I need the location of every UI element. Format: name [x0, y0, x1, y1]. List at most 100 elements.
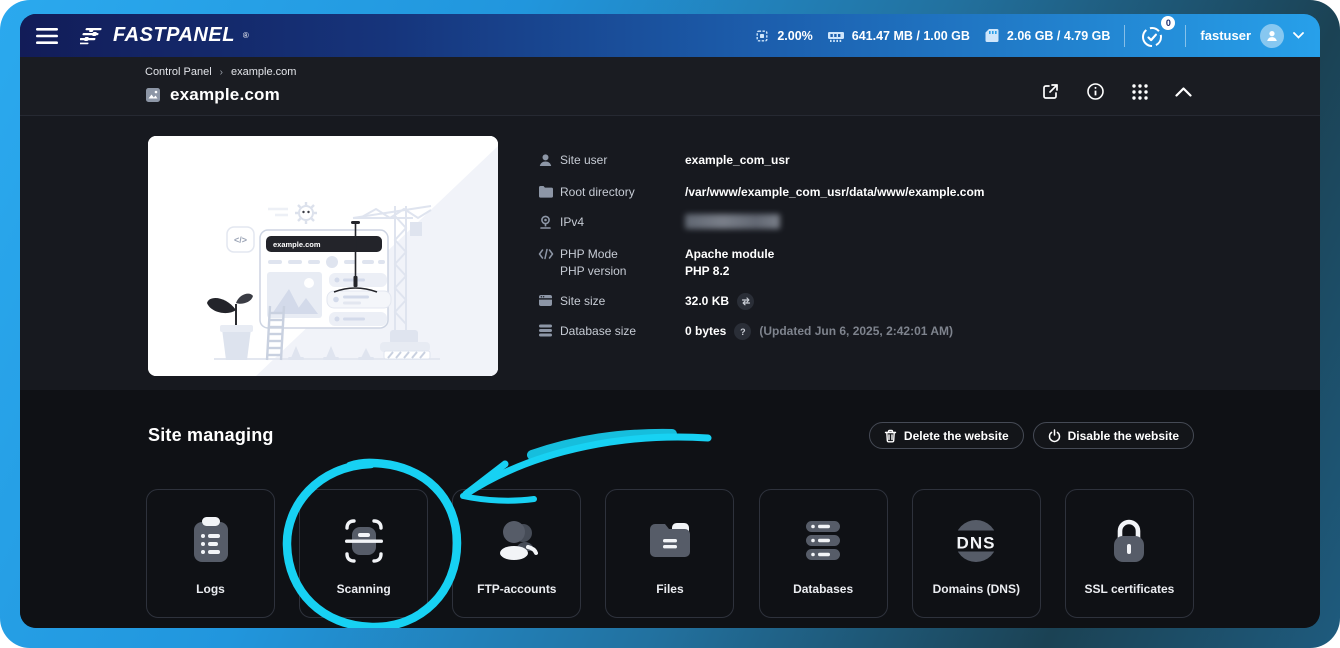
- illustration-address-text: example.com: [273, 240, 321, 249]
- info-value: /var/www/example_com_usr/data/www/exampl…: [685, 185, 985, 199]
- card-label: SSL certificates: [1084, 582, 1175, 596]
- site-favicon-icon: [146, 88, 160, 102]
- card-logs[interactable]: Logs: [146, 489, 275, 618]
- folder-icon: [539, 186, 553, 198]
- cpu-usage: 2.00%: [754, 28, 813, 44]
- disk-icon: [985, 29, 999, 42]
- ram-icon: [827, 31, 844, 42]
- menu-button[interactable]: [30, 22, 64, 50]
- scanning-icon: [344, 519, 383, 563]
- page-header: Control Panel › example.com example.com: [20, 57, 1320, 116]
- refresh-icon: [741, 297, 750, 306]
- dns-icon: DNS: [951, 520, 1002, 562]
- info-row-site-size: Site size 32.0 KB: [538, 293, 984, 310]
- chevron-down-icon: [1293, 32, 1304, 39]
- disable-website-label: Disable the website: [1067, 428, 1179, 443]
- site-overview: </> example.com Site user example_com_us…: [20, 116, 1320, 390]
- database-size-updated-note: (Updated Jun 6, 2025, 2:42:01 AM): [759, 324, 953, 338]
- info-row-ipv4: IPv4: [538, 214, 984, 233]
- card-label: Files: [656, 582, 684, 596]
- database-icon: [539, 324, 552, 337]
- card-databases[interactable]: Databases: [758, 489, 888, 618]
- info-label: Site size: [560, 294, 606, 308]
- refresh-site-size-button[interactable]: [737, 293, 755, 310]
- site-illustration: </> example.com: [148, 136, 498, 376]
- managing-cards: Logs Scanning FTP-accounts Files Databas…: [146, 489, 1194, 618]
- site-managing-section: Site managing Delete the website Disable…: [20, 390, 1320, 628]
- info-label: PHP version: [560, 264, 627, 278]
- trash-icon: [884, 429, 897, 443]
- code-icon: [538, 248, 554, 260]
- notification-badge: 0: [1161, 15, 1176, 30]
- info-label: IPv4: [560, 215, 585, 229]
- breadcrumb-control-panel[interactable]: Control Panel: [145, 66, 212, 78]
- disk-usage: 2.06 GB / 4.79 GB: [984, 28, 1111, 43]
- browser-frame: FASTPANEL ® 2.00% 641.47 MB / 1.00 GB 2.0…: [0, 0, 1340, 648]
- external-link-icon: [1043, 84, 1058, 99]
- card-ftp-accounts[interactable]: FTP-accounts: [452, 489, 582, 618]
- browser-icon: [539, 295, 552, 306]
- card-domains-dns[interactable]: DNS Domains (DNS): [911, 489, 1041, 618]
- pin-icon: [540, 215, 551, 229]
- databases-icon: [806, 521, 841, 560]
- topbar-divider: [1124, 24, 1126, 47]
- breadcrumb: Control Panel › example.com: [145, 66, 296, 78]
- card-label: Databases: [793, 582, 854, 596]
- section-title: Site managing: [148, 425, 274, 445]
- chevron-up-icon: [1175, 86, 1192, 97]
- ram-value: 641.47 MB / 1.00 GB: [851, 28, 970, 43]
- ftp-accounts-icon: [499, 521, 538, 560]
- info-label: Database size: [560, 324, 637, 338]
- ram-usage: 641.47 MB / 1.00 GB: [827, 29, 970, 43]
- info-button[interactable]: [1084, 80, 1107, 103]
- grid-dots-icon: [1132, 83, 1148, 100]
- card-ssl-certificates[interactable]: SSL certificates: [1064, 489, 1194, 618]
- topbar: FASTPANEL ® 2.00% 641.47 MB / 1.00 GB 2.0…: [20, 14, 1320, 57]
- disable-website-button[interactable]: Disable the website: [1032, 422, 1194, 449]
- card-label: Domains (DNS): [932, 582, 1020, 596]
- card-label: Scanning: [336, 582, 391, 596]
- info-row-site-user: Site user example_com_usr: [538, 152, 984, 171]
- ssl-certificates-icon: [1114, 519, 1145, 562]
- delete-website-label: Delete the website: [903, 428, 1009, 443]
- username: fastuser: [1200, 28, 1251, 43]
- brand-registered-mark: ®: [242, 31, 249, 40]
- svg-text:DNS: DNS: [957, 534, 996, 553]
- fastpanel-logo-icon: [80, 27, 102, 44]
- user-menu[interactable]: fastuser: [1200, 23, 1304, 48]
- user-icon: [539, 154, 552, 166]
- info-label: PHP Mode: [560, 247, 618, 261]
- cpu-icon: [756, 30, 768, 42]
- info-label: Site user: [560, 153, 608, 167]
- info-label: Root directory: [560, 185, 635, 199]
- user-avatar-icon: [1267, 30, 1277, 41]
- redacted-ip-value: [685, 214, 780, 229]
- site-preview-card: </> example.com: [148, 136, 498, 376]
- disk-value: 2.06 GB / 4.79 GB: [1006, 28, 1111, 43]
- apps-grid-button[interactable]: [1129, 81, 1151, 103]
- card-scanning[interactable]: Scanning: [299, 489, 429, 618]
- info-row-php: PHP Mode PHP version Apache module PHP 8…: [538, 246, 984, 280]
- card-label: FTP-accounts: [477, 582, 557, 596]
- collapse-button[interactable]: [1173, 85, 1194, 99]
- info-value: 32.0 KB: [685, 294, 730, 308]
- info-value: PHP 8.2: [685, 264, 730, 278]
- card-files[interactable]: Files: [605, 489, 735, 618]
- svg-text:</>: </>: [234, 235, 247, 245]
- notifications-button[interactable]: 0: [1139, 15, 1176, 50]
- page-title: example.com: [170, 85, 280, 104]
- hamburger-icon: [36, 27, 58, 44]
- info-row-database-size: Database size 0 bytes ? (Updated Jun 6, …: [538, 323, 984, 340]
- info-value: Apache module: [685, 247, 775, 261]
- open-site-button[interactable]: [1039, 80, 1062, 103]
- delete-website-button[interactable]: Delete the website: [868, 422, 1024, 449]
- fastpanel-logo[interactable]: FASTPANEL ®: [80, 24, 249, 47]
- fastpanel-window: FASTPANEL ® 2.00% 641.47 MB / 1.00 GB 2.0…: [20, 14, 1320, 628]
- power-icon: [1048, 428, 1060, 442]
- info-value: 0 bytes: [685, 324, 727, 338]
- database-size-help-button[interactable]: ?: [734, 323, 752, 340]
- breadcrumb-separator-icon: ›: [219, 66, 223, 78]
- info-row-root-directory: Root directory /var/www/example_com_usr/…: [538, 184, 984, 201]
- breadcrumb-example-com[interactable]: example.com: [231, 66, 296, 78]
- topbar-divider: [1185, 24, 1187, 47]
